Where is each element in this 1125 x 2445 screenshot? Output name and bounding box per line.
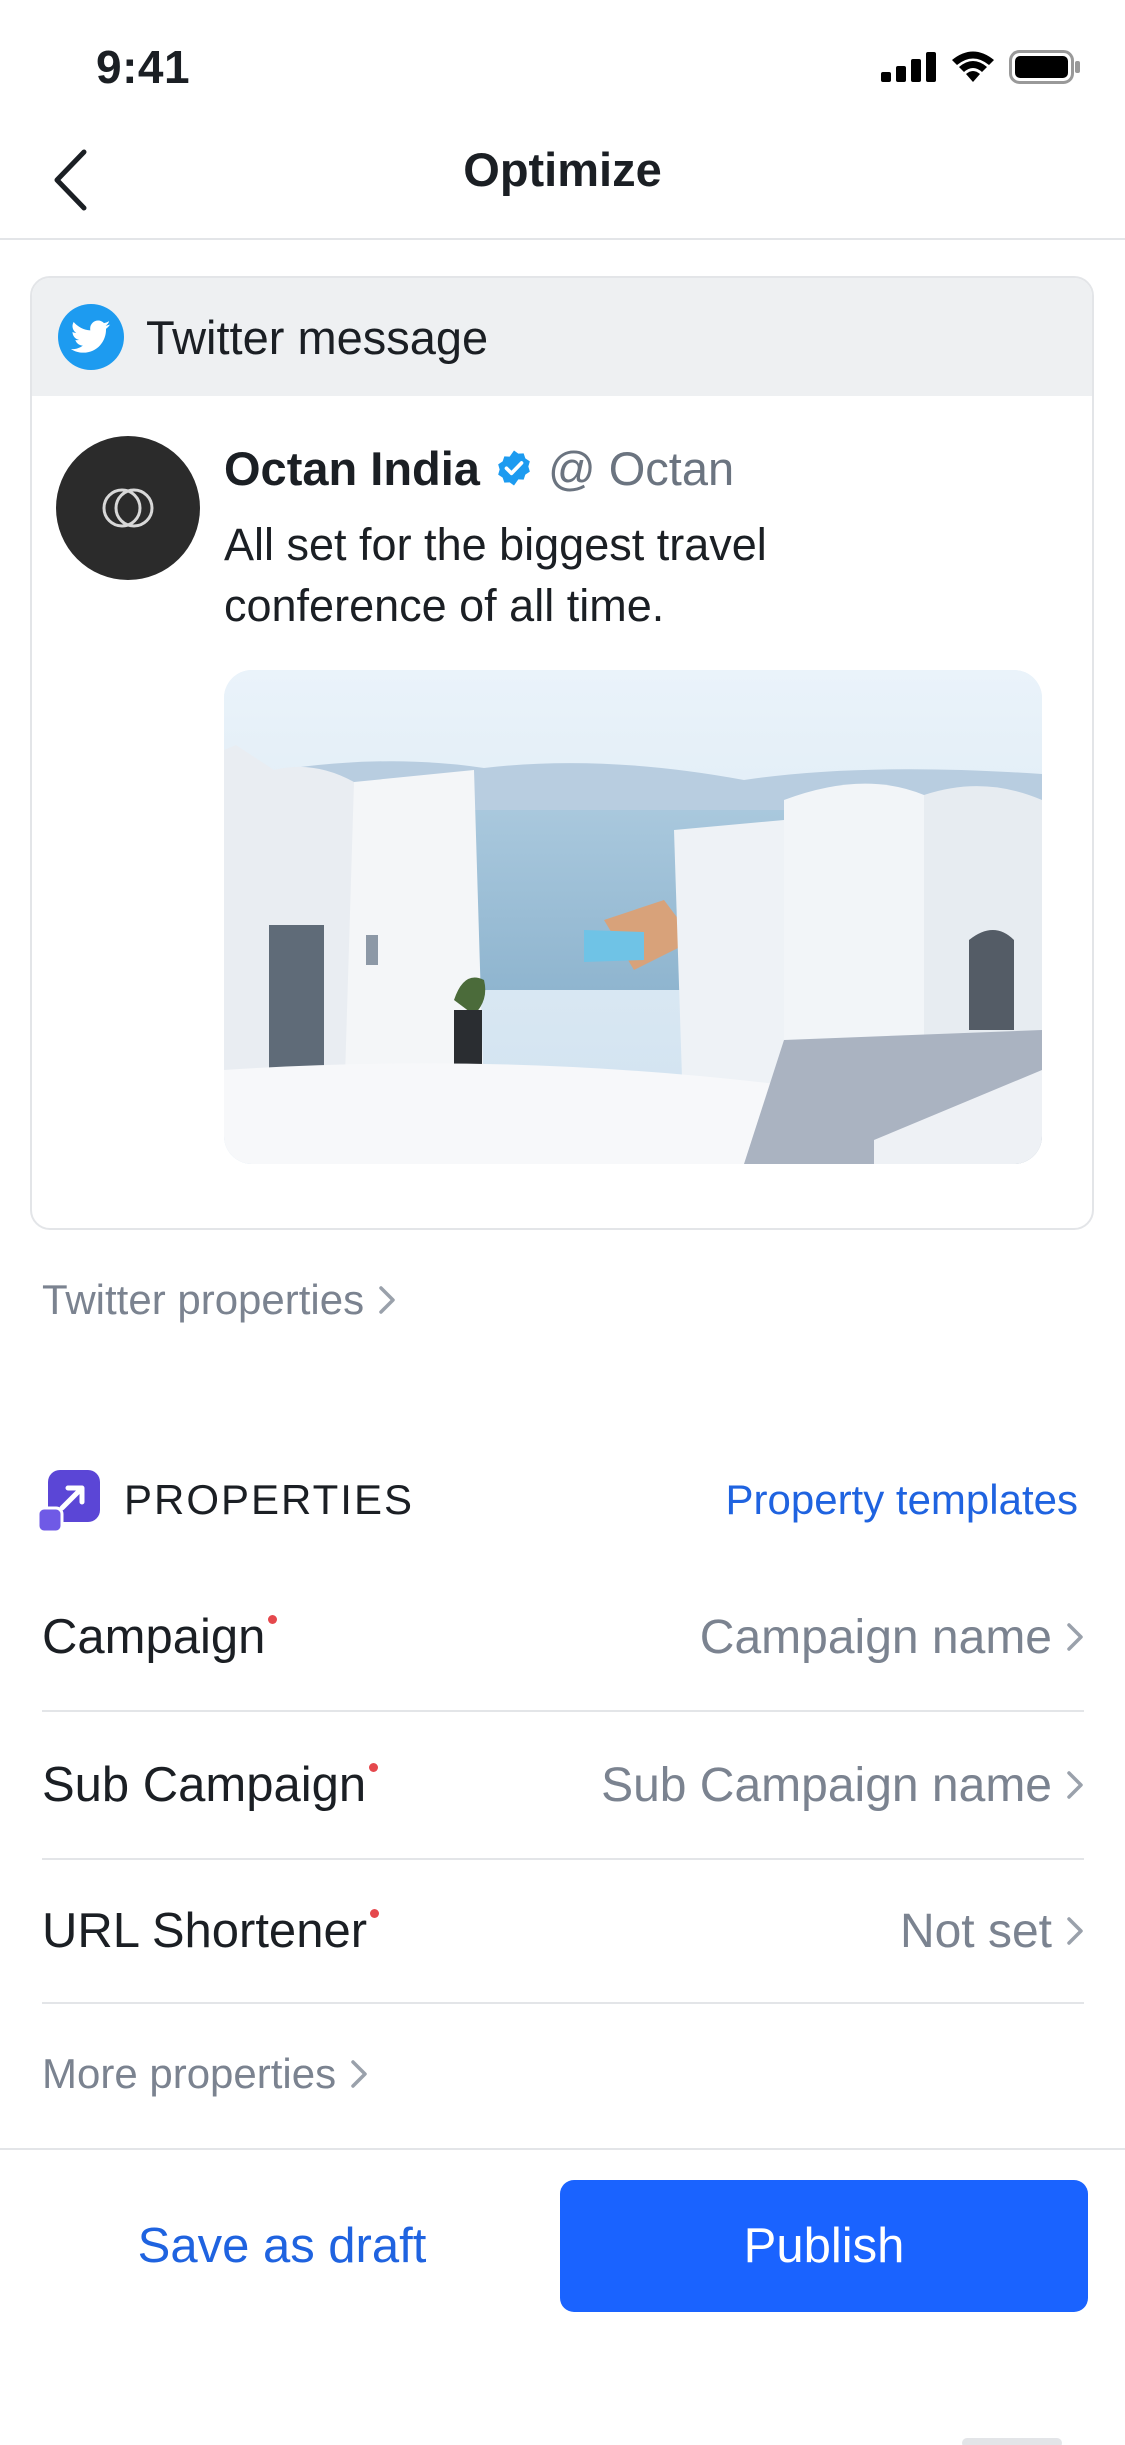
- property-label-sub-campaign: Sub Campaign: [42, 1757, 379, 1813]
- nav-bar: Optimize: [0, 120, 1125, 240]
- save-as-draft-button[interactable]: Save as draft: [60, 2180, 504, 2312]
- property-value-sub-campaign: Sub Campaign name: [601, 1758, 1084, 1813]
- chevron-right-icon: [351, 2060, 367, 2088]
- account-name: Octan India: [224, 441, 480, 495]
- tweet-text: All set for the biggest travel conferenc…: [224, 519, 767, 631]
- properties-header: PROPERTIES Property templates: [38, 1466, 1078, 1536]
- twitter-message-card: Twitter message Octan India @ Octan All …: [30, 276, 1094, 1230]
- property-row-campaign[interactable]: Campaign Campaign name: [42, 1564, 1084, 1712]
- battery-icon: [1009, 50, 1080, 84]
- account-handle: @ Octan: [547, 441, 735, 495]
- properties-title: PROPERTIES: [124, 1476, 414, 1523]
- property-label-campaign: Campaign: [42, 1609, 278, 1665]
- status-icons: [881, 50, 1081, 84]
- property-value-campaign: Campaign name: [700, 1610, 1084, 1665]
- properties-icon: [38, 1470, 100, 1532]
- more-properties-label: More properties: [42, 2050, 337, 2097]
- property-label-text: URL Shortener: [42, 1904, 368, 1958]
- required-indicator: [369, 1763, 379, 1772]
- chevron-right-icon: [1067, 1917, 1083, 1945]
- property-label-text: Campaign: [42, 1610, 266, 1664]
- cellular-signal-icon: [881, 52, 936, 82]
- required-indicator: [268, 1615, 278, 1624]
- bottom-action-bar: Save as draft Publish: [0, 2148, 1125, 2445]
- property-value-text: Sub Campaign name: [601, 1758, 1052, 1812]
- property-row-sub-campaign[interactable]: Sub Campaign Sub Campaign name: [42, 1712, 1084, 1860]
- avatar: [56, 436, 200, 580]
- status-bar: 9:41: [0, 0, 1125, 130]
- property-label-text: Sub Campaign: [42, 1758, 367, 1812]
- property-templates-link[interactable]: Property templates: [726, 1476, 1079, 1524]
- property-label-url-shortener: URL Shortener: [42, 1903, 380, 1959]
- home-indicator: [962, 2438, 1062, 2445]
- property-value-url-shortener: Not set: [900, 1904, 1084, 1959]
- chevron-right-icon: [379, 1286, 395, 1314]
- octan-logo-icon: [102, 488, 154, 528]
- twitter-properties-link[interactable]: Twitter properties: [42, 1276, 396, 1324]
- chevron-right-icon: [1067, 1771, 1083, 1799]
- required-indicator: [370, 1909, 380, 1918]
- wifi-icon: [952, 51, 994, 82]
- property-row-url-shortener[interactable]: URL Shortener Not set: [42, 1860, 1084, 2004]
- property-value-text: Campaign name: [699, 1610, 1052, 1664]
- chevron-right-icon: [1067, 1623, 1083, 1651]
- more-properties-link[interactable]: More properties: [42, 2050, 368, 2098]
- verified-badge-icon: [498, 450, 530, 486]
- property-value-text: Not set: [899, 1904, 1052, 1958]
- twitter-message-title: Twitter message: [146, 310, 489, 364]
- publish-button[interactable]: Publish: [560, 2180, 1088, 2312]
- tweet-author-row: Octan India @ Octan: [224, 436, 734, 500]
- twitter-message-header: Twitter message: [32, 278, 1092, 396]
- tweet-image: [224, 670, 1042, 1164]
- status-time: 9:41: [96, 41, 191, 93]
- twitter-properties-label: Twitter properties: [42, 1276, 365, 1323]
- twitter-icon: [58, 304, 124, 370]
- page-title: Optimize: [463, 143, 662, 196]
